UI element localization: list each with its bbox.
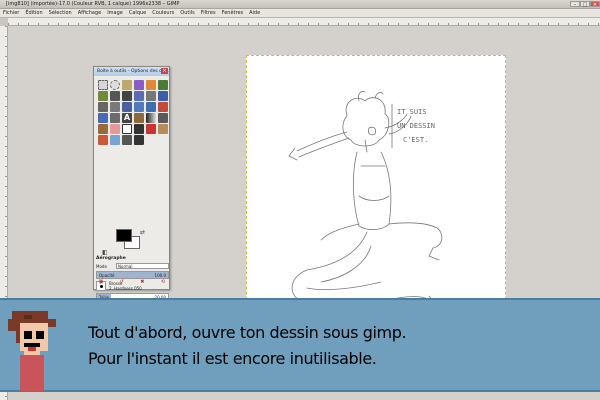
mode-select[interactable]: Normal [116, 263, 169, 269]
save-options-icon[interactable]: ▣ [97, 279, 105, 286]
mode-label: Mode [96, 263, 107, 269]
align-tool-icon[interactable] [98, 102, 108, 112]
toolbox-bottom-bar: ▣ ↺ ✖ ⟲ [97, 279, 167, 286]
menu-view[interactable]: Affichage [78, 10, 102, 16]
menu-windows[interactable]: Fenêtres [222, 10, 244, 16]
menu-tools[interactable]: Outils [180, 10, 194, 16]
paths-tool-icon[interactable] [110, 91, 120, 101]
close-button[interactable]: ✕ [590, 1, 600, 8]
paintbrush-tool-icon[interactable] [98, 124, 108, 134]
caption-line-1: Tout d'abord, ouvre ton dessin sous gimp… [88, 323, 407, 342]
sketch-text-line-3: C'EST. [403, 136, 428, 144]
minimize-button[interactable]: – [570, 1, 580, 8]
delete-options-icon[interactable]: ✖ [138, 279, 146, 286]
menu-select[interactable]: Sélection [49, 10, 72, 16]
move-tool-icon[interactable] [158, 91, 168, 101]
crop-tool-icon[interactable] [110, 102, 120, 112]
clone-tool-icon[interactable] [146, 124, 156, 134]
pencil-tool-icon[interactable] [158, 113, 168, 123]
text-tool-icon[interactable]: A [122, 113, 132, 123]
toolbox-close-icon[interactable]: × [161, 68, 168, 74]
flip-tool-icon[interactable] [98, 113, 108, 123]
window-titlebar: [img810] (importée)-17.0 (Couleur RVB, 1… [0, 0, 600, 9]
caption-line-2: Pour l'instant il est encore inutilisabl… [88, 349, 377, 368]
rotate-tool-icon[interactable] [122, 102, 132, 112]
blur-tool-icon[interactable] [110, 135, 120, 145]
opacity-slider[interactable]: Opacité 100.0 [96, 271, 169, 279]
toolbox-dialog[interactable]: Boîte à outils - Options des out... × A [93, 66, 170, 327]
menu-layer[interactable]: Calque [129, 10, 146, 16]
menu-edit[interactable]: Édition [25, 10, 42, 16]
tool-options-title: Aérographe [96, 256, 126, 261]
reset-options-icon[interactable]: ⟲ [159, 279, 167, 286]
bucket-fill-tool-icon[interactable] [134, 113, 144, 123]
lasso-tool-icon[interactable] [122, 80, 132, 90]
tool-grid: A [98, 80, 168, 145]
swap-colors-icon[interactable]: ⇄ [140, 229, 145, 236]
window-title: [img810] (importée)-17.0 (Couleur RVB, 1… [6, 1, 180, 7]
airbrush-tool-icon[interactable] [122, 124, 132, 134]
foreground-select-tool-icon[interactable] [98, 91, 108, 101]
shear-tool-icon[interactable] [146, 102, 156, 112]
maximize-button[interactable]: □ [580, 1, 590, 8]
menu-image[interactable]: Image [107, 10, 123, 16]
color-select-tool-icon[interactable] [146, 80, 156, 90]
fuzzy-select-tool-icon[interactable] [134, 80, 144, 90]
reset-colors-icon[interactable]: ◧ [102, 249, 108, 256]
menu-file[interactable]: Fichier [3, 10, 19, 16]
perspective-tool-icon[interactable] [158, 102, 168, 112]
foreground-color-swatch[interactable] [116, 229, 132, 242]
menu-bar: Fichier Édition Sélection Affichage Imag… [0, 9, 600, 18]
measure-tool-icon[interactable] [146, 91, 156, 101]
scissors-tool-icon[interactable] [158, 80, 168, 90]
sketch-text-line-2: UN DESSIN [397, 122, 435, 130]
menu-colors[interactable]: Couleurs [152, 10, 174, 16]
cage-tool-icon[interactable] [110, 113, 120, 123]
blend-tool-icon[interactable] [146, 113, 156, 123]
subtitle-banner: Tout d'abord, ouvre ton dessin sous gimp… [0, 298, 600, 392]
ink-tool-icon[interactable] [134, 124, 144, 134]
opacity-value: 100.0 [154, 273, 166, 278]
menu-filters[interactable]: Filtres [201, 10, 216, 16]
ellipse-select-tool-icon[interactable] [110, 80, 120, 90]
smudge-tool-icon[interactable] [122, 135, 132, 145]
opacity-label: Opacité [99, 273, 115, 278]
sketch-text-line-1: IT SUIS [397, 108, 427, 116]
color-picker-tool-icon[interactable] [122, 91, 132, 101]
horizontal-ruler[interactable] [8, 18, 600, 26]
pixel-avatar [8, 311, 56, 391]
caption-text: Tout d'abord, ouvre ton dessin sous gimp… [88, 320, 407, 372]
perspective-clone-tool-icon[interactable] [98, 135, 108, 145]
restore-options-icon[interactable]: ↺ [118, 279, 126, 286]
dodge-burn-tool-icon[interactable] [134, 135, 144, 145]
toolbox-title[interactable]: Boîte à outils - Options des out... [94, 67, 169, 76]
eraser-tool-icon[interactable] [110, 124, 120, 134]
rect-select-tool-icon[interactable] [98, 80, 108, 90]
scale-tool-icon[interactable] [134, 102, 144, 112]
zoom-tool-icon[interactable] [134, 91, 144, 101]
menu-help[interactable]: Aide [249, 10, 260, 16]
heal-tool-icon[interactable] [158, 124, 168, 134]
brush-name: 2. Hardness 050 [109, 286, 142, 291]
